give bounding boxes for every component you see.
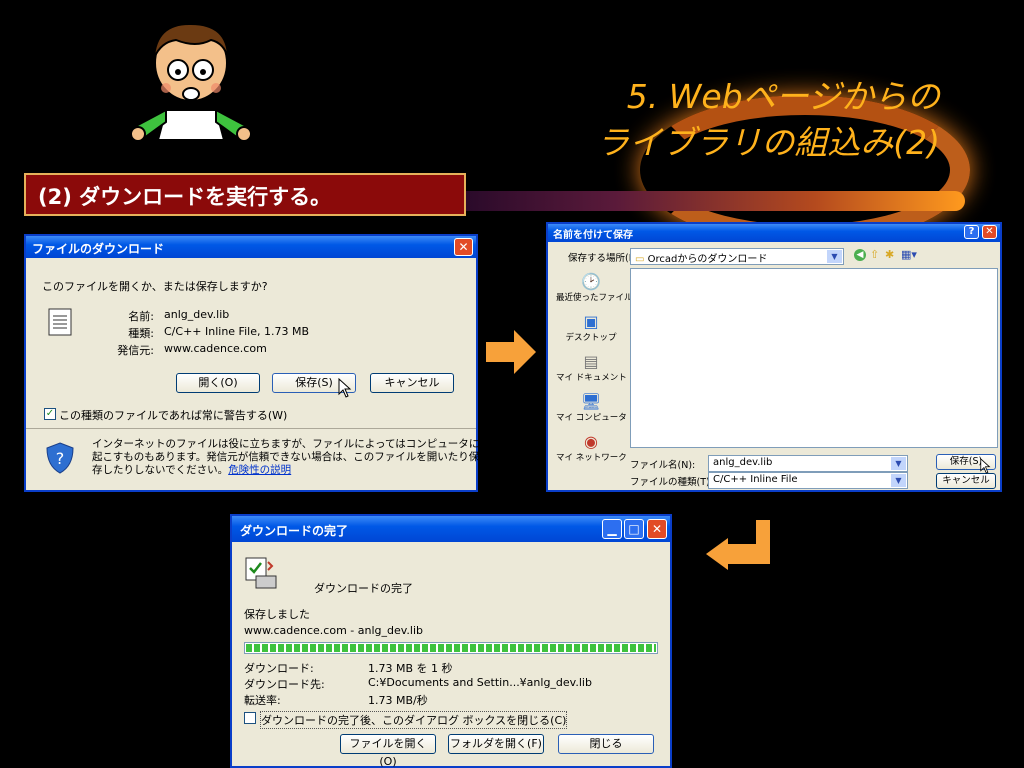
download-value: 1.73 MB を 1 秒: [368, 662, 453, 675]
chevron-down-icon: ▼: [827, 250, 842, 263]
save-as-title: 名前を付けて保存: [553, 230, 633, 241]
shield-icon: ?: [46, 442, 74, 474]
arrow-return-icon: [706, 520, 770, 570]
open-file-button[interactable]: ファイルを開く(O): [340, 734, 436, 768]
new-folder-icon[interactable]: ✱: [885, 248, 894, 261]
my-network-label: マイ ネットワーク: [556, 453, 627, 463]
close-icon[interactable]: ✕: [982, 225, 997, 239]
open-folder-button[interactable]: フォルダを開く(F): [448, 734, 544, 754]
rate-value: 1.73 MB/秒: [368, 694, 428, 707]
download-complete-titlebar[interactable]: ダウンロードの完了 ▁ □ ✕: [232, 516, 670, 542]
slide-title-line1: 5. Webページからの: [626, 77, 940, 116]
complete-heading: ダウンロードの完了: [314, 582, 413, 595]
save-as-titlebar[interactable]: 名前を付けて保存 ? ✕: [548, 224, 1000, 242]
document-icon: [48, 308, 72, 336]
warning-text-3-body: 存したりしないでください。: [92, 464, 229, 476]
my-computer-label: マイ コンピュータ: [556, 413, 627, 423]
recent-files-place[interactable]: 🕑 最近使ったファイル: [556, 272, 633, 303]
decorative-bar: [465, 191, 965, 211]
minimize-icon[interactable]: ▁: [602, 519, 622, 539]
maximize-icon[interactable]: □: [624, 519, 644, 539]
filename-label: ファイル名(N):: [630, 460, 696, 471]
help-icon[interactable]: ?: [964, 225, 979, 239]
cancel-button[interactable]: キャンセル: [936, 473, 996, 489]
cancel-button[interactable]: キャンセル: [370, 373, 454, 393]
filename-input[interactable]: anlg_dev.lib ▼: [708, 455, 908, 472]
file-download-dialog: ファイルのダウンロード ✕ このファイルを開くか、または保存しますか? 名前: …: [24, 234, 511, 492]
svg-text:?: ?: [56, 449, 65, 468]
filetype-label: ファイルの種類(T):: [630, 477, 713, 488]
mouse-cursor-icon: [980, 458, 991, 474]
my-computer-icon: 🖥: [580, 392, 602, 411]
saved-text: 保存しました: [244, 608, 310, 621]
slide-title-line2: ライブラリの組込み(2): [596, 123, 940, 162]
from-label: 発信元:: [117, 344, 154, 357]
my-network-icon: ◉: [584, 432, 598, 451]
my-documents-place[interactable]: ▤ マイ ドキュメント: [556, 352, 627, 383]
desktop-label: デスクトップ: [565, 333, 617, 343]
source-text: www.cadence.com - anlg_dev.lib: [244, 624, 424, 637]
warn-checkbox[interactable]: ✓: [44, 408, 56, 420]
download-label: ダウンロード:: [244, 662, 314, 675]
close-after-checkbox[interactable]: [244, 712, 256, 724]
dialog-divider: [26, 428, 476, 429]
arrow-right-icon: [486, 330, 536, 374]
view-menu-icon[interactable]: ▦▾: [901, 248, 917, 261]
back-icon[interactable]: ◀: [854, 249, 866, 261]
chevron-down-icon: ▼: [891, 474, 906, 487]
recent-files-icon: 🕑: [581, 272, 601, 291]
rate-label: 転送率:: [244, 694, 281, 707]
step-heading: (2) ダウンロードを実行する。: [24, 173, 466, 216]
close-icon[interactable]: ✕: [454, 238, 473, 256]
download-complete-title: ダウンロードの完了: [240, 524, 349, 538]
destination-value: C:¥Documents and Settin...¥anlg_dev.lib: [368, 676, 592, 689]
location-label: 保存する場所(I):: [568, 253, 639, 264]
desktop-icon: ▣: [583, 312, 599, 331]
destination-label: ダウンロード先:: [244, 678, 325, 691]
filename-value: anlg_dev.lib: [713, 457, 773, 468]
file-download-titlebar[interactable]: ファイルのダウンロード ✕: [26, 236, 476, 258]
my-computer-place[interactable]: 🖥 マイ コンピュータ: [556, 392, 627, 423]
close-after-label[interactable]: ダウンロードの完了後、このダイアログ ボックスを閉じる(C): [260, 711, 568, 729]
mascot-character-illustration: [130, 22, 252, 140]
filetype-value: C/C++ Inline File: [713, 474, 798, 485]
location-dropdown[interactable]: ▭ Orcadからのダウンロード ▼: [630, 248, 844, 265]
close-icon[interactable]: ✕: [647, 519, 667, 539]
location-value: Orcadからのダウンロード: [647, 254, 768, 265]
desktop-place[interactable]: ▣ デスクトップ: [556, 312, 626, 343]
download-complete-dialog: ダウンロードの完了 ▁ □ ✕ ダウンロードの完了 保存しました www.cad…: [230, 514, 672, 768]
my-documents-label: マイ ドキュメント: [556, 373, 627, 383]
chevron-down-icon: ▼: [891, 457, 906, 470]
type-label: 種類:: [128, 327, 154, 340]
warning-text-3: 存したりしないでください。危険性の説明: [92, 462, 291, 477]
download-question: このファイルを開くか、または保存しますか?: [42, 280, 268, 293]
my-network-place[interactable]: ◉ マイ ネットワーク: [556, 432, 627, 463]
name-label: 名前:: [128, 310, 154, 323]
slide-title: 5. Webページからの ライブラリの組込み(2): [540, 74, 940, 166]
progress-bar: [244, 642, 658, 654]
file-list-area[interactable]: [630, 268, 998, 448]
from-value: www.cadence.com: [164, 342, 267, 355]
close-button[interactable]: 閉じる: [558, 734, 654, 754]
up-folder-icon[interactable]: ⇧: [870, 248, 879, 261]
filetype-dropdown[interactable]: C/C++ Inline File ▼: [708, 472, 908, 489]
progress-bar-fill: [246, 644, 656, 652]
recent-files-label: 最近使ったファイル: [556, 293, 633, 303]
save-as-dialog: 名前を付けて保存 ? ✕ 保存する場所(I): ▭ Orcadからのダウンロード…: [546, 222, 1002, 492]
risk-explanation-link[interactable]: 危険性の説明: [228, 464, 291, 476]
download-complete-icon: [245, 557, 277, 589]
name-value: anlg_dev.lib: [164, 308, 230, 321]
places-bar: 🕑 最近使ったファイル ▣ デスクトップ ▤ マイ ドキュメント 🖥 マイ コン…: [556, 268, 633, 468]
open-button[interactable]: 開く(O): [176, 373, 260, 393]
type-value: C/C++ Inline File, 1.73 MB: [164, 325, 309, 338]
folder-icon: ▭: [635, 254, 645, 265]
my-documents-icon: ▤: [583, 352, 599, 371]
mouse-cursor-icon: [338, 378, 352, 398]
warn-checkbox-label[interactable]: この種類のファイルであれば常に警告する(W): [59, 407, 287, 423]
file-download-title: ファイルのダウンロード: [32, 242, 165, 256]
